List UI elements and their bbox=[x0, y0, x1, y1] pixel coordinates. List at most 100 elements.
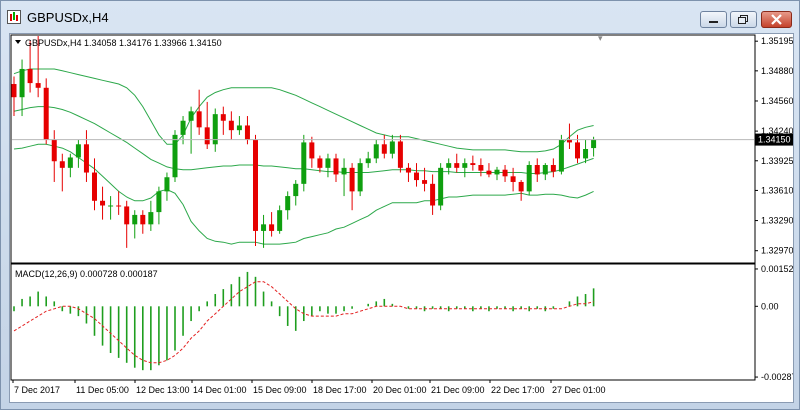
time-axis-label: 20 Dec 01:00 bbox=[373, 385, 427, 395]
candle bbox=[389, 134, 395, 159]
candle-body bbox=[494, 169, 500, 175]
price-panel-header: GBPUSDx,H4 1.34058 1.34176 1.33966 1.341… bbox=[25, 38, 222, 48]
candle bbox=[108, 196, 114, 220]
time-axis-label: 21 Dec 09:00 bbox=[431, 385, 485, 395]
candle bbox=[51, 130, 57, 182]
chart-area[interactable]: 1.35195 1.34880 1.34560 1.34240 1.33925 1.336… bbox=[9, 33, 794, 403]
time-axis-label: 12 Dec 13:00 bbox=[136, 385, 190, 395]
candle bbox=[164, 172, 170, 201]
candle-body bbox=[430, 183, 436, 206]
candle bbox=[92, 158, 97, 211]
time-axis-label: 7 Dec 2017 bbox=[14, 385, 60, 395]
candle-body bbox=[156, 191, 162, 213]
price-axis-label: 1.32970 bbox=[761, 246, 793, 256]
candle bbox=[550, 158, 556, 178]
minimize-icon bbox=[709, 21, 718, 23]
candle-body bbox=[269, 224, 275, 231]
candle-body bbox=[526, 165, 532, 192]
candle bbox=[228, 111, 234, 140]
price-chart[interactable]: 1.351951.348801.345601.342401.339251.336… bbox=[10, 34, 793, 402]
candle-body bbox=[51, 139, 57, 162]
candle-body bbox=[285, 196, 291, 211]
candle bbox=[518, 180, 524, 201]
candle bbox=[11, 76, 17, 117]
window-title: GBPUSDx,H4 bbox=[27, 10, 109, 25]
candle-body bbox=[518, 181, 524, 192]
candle bbox=[27, 40, 33, 93]
time-axis-label: 18 Dec 17:00 bbox=[313, 385, 367, 395]
macd-axis-label: 0.00 bbox=[761, 301, 779, 311]
time-axis-label: 14 Dec 01:00 bbox=[193, 385, 247, 395]
macd-axis-label: -0.002875 bbox=[761, 372, 793, 382]
candle bbox=[116, 191, 122, 215]
candle-body bbox=[591, 139, 597, 149]
candle bbox=[277, 205, 283, 234]
candle-body bbox=[357, 163, 363, 192]
candle bbox=[309, 136, 315, 168]
candle bbox=[140, 210, 146, 234]
minimize-button[interactable] bbox=[700, 11, 727, 28]
candle bbox=[132, 210, 138, 239]
title-bar[interactable]: GBPUSDx,H4 bbox=[1, 1, 799, 33]
shift-marker-icon[interactable]: ▾ bbox=[598, 34, 603, 43]
candle bbox=[373, 139, 379, 164]
candle-body bbox=[75, 144, 81, 158]
candle-body bbox=[575, 142, 580, 159]
candle bbox=[156, 186, 162, 225]
time-axis-label: 27 Dec 01:00 bbox=[552, 385, 606, 395]
chart-menu-triangle-icon[interactable] bbox=[15, 40, 21, 44]
candle-body bbox=[19, 68, 25, 98]
candle bbox=[188, 106, 194, 154]
chart-window-icon bbox=[7, 10, 21, 24]
price-axis-label: 1.34880 bbox=[761, 66, 793, 76]
candle-body bbox=[381, 144, 387, 154]
candle bbox=[285, 191, 291, 220]
close-button[interactable] bbox=[761, 11, 792, 28]
candle-body bbox=[478, 165, 484, 171]
maximize-button[interactable] bbox=[730, 11, 757, 28]
candle bbox=[100, 186, 106, 220]
candle-body bbox=[446, 163, 452, 168]
candle bbox=[196, 89, 202, 135]
candle-body bbox=[309, 142, 315, 159]
candle bbox=[333, 153, 339, 182]
candle bbox=[486, 163, 492, 178]
candle bbox=[470, 155, 476, 171]
candle bbox=[502, 165, 508, 182]
candle-body bbox=[67, 157, 73, 168]
candle bbox=[261, 214, 267, 248]
candle bbox=[542, 163, 548, 181]
candle-body bbox=[333, 158, 339, 175]
macd-panel-header: MACD(12,26,9) 0.000728 0.000187 bbox=[15, 269, 158, 279]
candle-body bbox=[108, 205, 114, 207]
candle-body bbox=[196, 111, 202, 128]
candle-body bbox=[542, 165, 548, 175]
candle-body bbox=[188, 111, 194, 121]
candle bbox=[357, 158, 363, 197]
candle bbox=[365, 151, 371, 168]
candle-body bbox=[132, 214, 138, 225]
candle-body bbox=[140, 214, 146, 225]
candle-body bbox=[180, 120, 186, 135]
candle-body bbox=[172, 134, 178, 178]
candle-body bbox=[220, 114, 226, 121]
candle bbox=[269, 212, 275, 237]
candle bbox=[204, 101, 210, 149]
candle bbox=[43, 78, 49, 145]
candle-body bbox=[470, 163, 476, 166]
candle-body bbox=[486, 170, 492, 175]
candle bbox=[341, 158, 347, 197]
candle-body bbox=[100, 200, 106, 206]
candle-body bbox=[349, 167, 355, 192]
candle-body bbox=[59, 161, 65, 168]
candle bbox=[349, 163, 355, 211]
candle bbox=[212, 108, 218, 152]
candle bbox=[478, 158, 484, 177]
time-axis-label: 22 Dec 17:00 bbox=[491, 385, 545, 395]
candle-body bbox=[454, 163, 460, 168]
candle-body bbox=[11, 84, 17, 98]
time-axis-label: 11 Dec 05:00 bbox=[76, 385, 129, 395]
candle bbox=[75, 139, 81, 168]
price-axis-label: 1.35195 bbox=[761, 36, 793, 46]
price-axis-label: 1.33290 bbox=[761, 216, 793, 226]
